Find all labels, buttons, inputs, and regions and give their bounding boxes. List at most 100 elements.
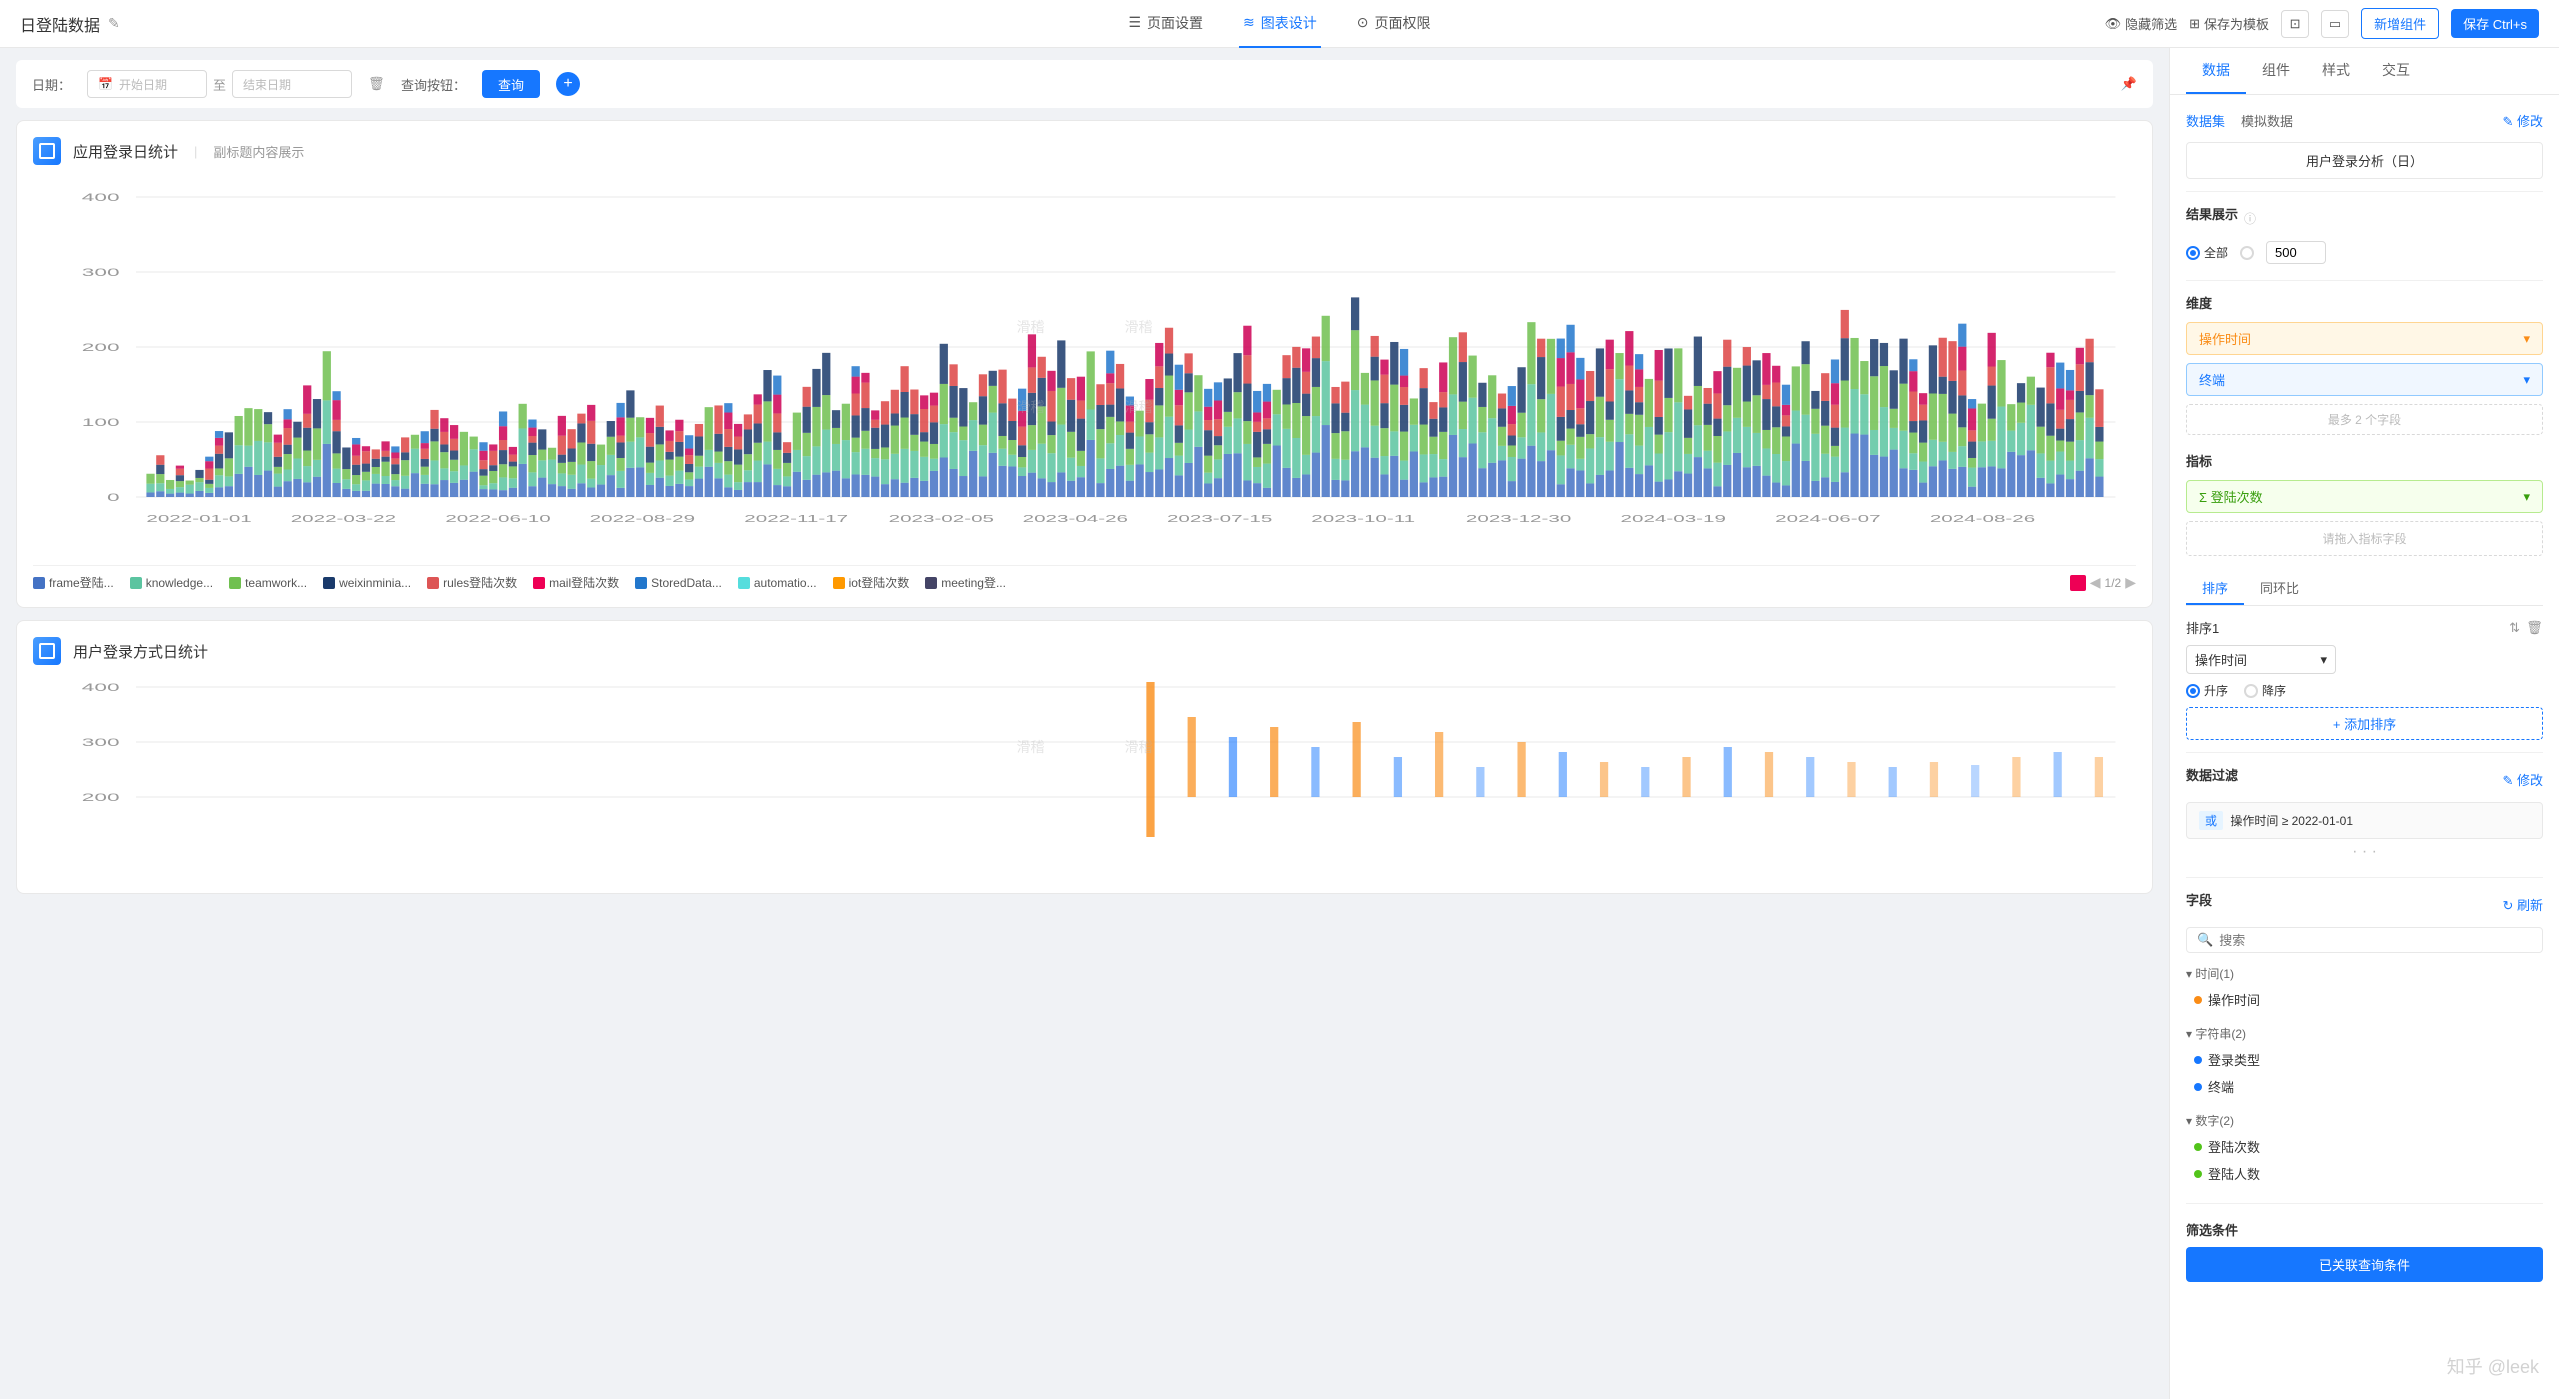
save-template-button[interactable]: ⊞ 保存为模板: [2189, 14, 2269, 33]
sort-asc[interactable]: 升序: [2186, 682, 2228, 699]
field-group-number: ▾ 数字(2) 登陆次数 登陆人数: [2186, 1108, 2543, 1187]
field-group-time-title[interactable]: ▾ 时间(1): [2186, 961, 2543, 986]
date-separator: 至: [213, 75, 226, 94]
nav-chart-design[interactable]: ≋ 图表设计: [1239, 0, 1321, 48]
divider-2: [2186, 280, 2543, 281]
legend-dot-3: [323, 577, 335, 589]
sort-delete-button[interactable]: 🗑: [2526, 620, 2543, 636]
field-dot-string-1: [2194, 1083, 2202, 1091]
field-group-string-title[interactable]: ▾ 字符串(2): [2186, 1021, 2543, 1046]
chart-svg-2: 400 300 200: [33, 677, 2136, 877]
add-component-button[interactable]: 新增组件: [2361, 8, 2439, 39]
svg-text:2022-08-29: 2022-08-29: [590, 513, 695, 524]
chart-icon-inner: [39, 143, 55, 159]
legend-item-7: automatio...: [738, 576, 817, 590]
svg-text:2022-06-10: 2022-06-10: [445, 513, 550, 524]
hide-filter-button[interactable]: 👁 隐藏筛选: [2105, 14, 2178, 33]
delete-date-button[interactable]: 🗑: [368, 76, 385, 92]
chart-area-2: 滑稽 滑稽 400 300 200: [33, 677, 2136, 877]
add-sort-button[interactable]: + 添加排序: [2186, 707, 2543, 740]
legend-dot-1: [130, 577, 142, 589]
page-settings-icon: ☰: [1128, 14, 1141, 31]
filter-bar: 日期： 📅 开始日期 至 结束日期 🗑 查询按钮： 查询 + 📌: [16, 60, 2153, 108]
legend-dot-5: [533, 577, 545, 589]
field-dot-string-0: [2194, 1056, 2202, 1064]
legend-next-button[interactable]: ▶: [2125, 574, 2136, 591]
start-date-input[interactable]: 📅 开始日期: [87, 70, 207, 98]
field-item-string-1: 终端: [2186, 1073, 2543, 1100]
svg-text:2022-11-17: 2022-11-17: [744, 513, 848, 524]
tablet-icon-btn[interactable]: ▭: [2321, 10, 2349, 38]
field-group-string: ▾ 字符串(2) 登录类型 终端: [2186, 1021, 2543, 1100]
end-date-input[interactable]: 结束日期: [232, 70, 352, 98]
legend-prev-button[interactable]: ◀: [2090, 574, 2101, 591]
nav-page-permission-label: 页面权限: [1375, 13, 1431, 33]
query-button[interactable]: 查询: [482, 70, 540, 98]
save-button[interactable]: 保存 Ctrl+s: [2451, 9, 2539, 38]
svg-text:2024-06-07: 2024-06-07: [1775, 513, 1880, 524]
pin-icon[interactable]: 📌: [2121, 76, 2137, 92]
chart-card-1: 应用登录日统计 | 副标题内容展示 滑稽 滑稽 滑稽 滑稽: [16, 120, 2153, 608]
header-left: 日登陆数据 ✎: [20, 12, 120, 36]
edit-title-button[interactable]: ✎: [108, 15, 120, 32]
refresh-fields-button[interactable]: ↻ 刷新: [2502, 895, 2543, 914]
result-row: 全部: [2186, 241, 2543, 264]
chart-svg-1: 400 300 200 100 0 2022-01-01 2022-03-22 …: [33, 177, 2136, 557]
tab-interaction[interactable]: 交互: [2366, 48, 2426, 94]
chart-legend-1: frame登陆... knowledge... teamwork... weix…: [33, 565, 2136, 591]
result-info-icon: ⓘ: [2244, 210, 2256, 227]
svg-text:2023-12-30: 2023-12-30: [1466, 513, 1571, 524]
result-count-input[interactable]: [2266, 241, 2326, 264]
nav-page-settings[interactable]: ☰ 页面设置: [1124, 0, 1207, 48]
legend-extra: [2070, 575, 2086, 591]
legend-dot-0: [33, 577, 45, 589]
data-filter-edit-button[interactable]: ✎ 修改: [2502, 770, 2543, 789]
field-group-number-title[interactable]: ▾ 数字(2): [2186, 1108, 2543, 1133]
sort-field-dropdown-icon: ▾: [2320, 652, 2327, 668]
chart-icon-2: [33, 637, 61, 665]
tab-component[interactable]: 组件: [2246, 48, 2306, 94]
dimension-tag-1[interactable]: 终端 ▾: [2186, 363, 2543, 396]
nav-page-settings-label: 页面设置: [1147, 13, 1203, 33]
tab-style[interactable]: 样式: [2306, 48, 2366, 94]
legend-dot-7: [738, 577, 750, 589]
tab-data[interactable]: 数据: [2186, 48, 2246, 94]
legend-item-3: weixinminia...: [323, 576, 411, 590]
svg-text:2024-03-19: 2024-03-19: [1621, 513, 1726, 524]
legend-item-4: rules登陆次数: [427, 574, 517, 591]
linked-condition-button[interactable]: 已关联查询条件: [2186, 1247, 2543, 1282]
dataset-name: 用户登录分析（日）: [2186, 142, 2543, 179]
divider-1: [2186, 191, 2543, 192]
sort-tab-compare[interactable]: 同环比: [2244, 572, 2315, 605]
sort-desc[interactable]: 降序: [2244, 682, 2286, 699]
add-filter-button[interactable]: +: [556, 72, 580, 96]
dimension-title: 维度: [2186, 293, 2543, 312]
svg-text:200: 200: [82, 341, 120, 353]
field-item-number-0: 登陆次数: [2186, 1133, 2543, 1160]
sort-tab-sort[interactable]: 排序: [2186, 572, 2244, 605]
divider-3: [2186, 752, 2543, 753]
main-layout: 日期： 📅 开始日期 至 结束日期 🗑 查询按钮： 查询 + 📌: [0, 48, 2559, 1399]
monitor-icon-btn[interactable]: ⊡: [2281, 10, 2309, 38]
subtab-dataset[interactable]: 数据集: [2186, 111, 2225, 130]
search-icon: 🔍: [2197, 932, 2213, 948]
sort-field-select[interactable]: 操作时间 ▾: [2186, 645, 2336, 674]
subtab-mock[interactable]: 模拟数据: [2241, 111, 2293, 130]
field-item-time-0: 操作时间: [2186, 986, 2543, 1013]
legend-item-1: knowledge...: [130, 576, 213, 590]
legend-dot-8: [833, 577, 845, 589]
legend-nav: ◀ 1/2 ▶: [2070, 574, 2136, 591]
metric-section: 指标 Σ 登陆次数 ▾ 请拖入指标字段: [2186, 451, 2543, 556]
radio-all[interactable]: 全部: [2186, 244, 2228, 261]
radio-count[interactable]: [2240, 246, 2254, 260]
metric-title: 指标: [2186, 451, 2543, 470]
result-section: 结果展示 ⓘ 全部: [2186, 204, 2543, 264]
sort-order-icon: ⇅: [2509, 620, 2520, 636]
dimension-tag-0[interactable]: 操作时间 ▾: [2186, 322, 2543, 355]
nav-page-permission[interactable]: ⊙ 页面权限: [1353, 0, 1435, 48]
svg-text:300: 300: [82, 266, 120, 278]
edit-dataset-button[interactable]: ✎ 修改: [2502, 111, 2543, 130]
fields-search: 🔍: [2186, 927, 2543, 953]
fields-search-input[interactable]: [2219, 933, 2532, 948]
top-nav: ☰ 页面设置 ≋ 图表设计 ⊙ 页面权限: [1124, 0, 1434, 48]
